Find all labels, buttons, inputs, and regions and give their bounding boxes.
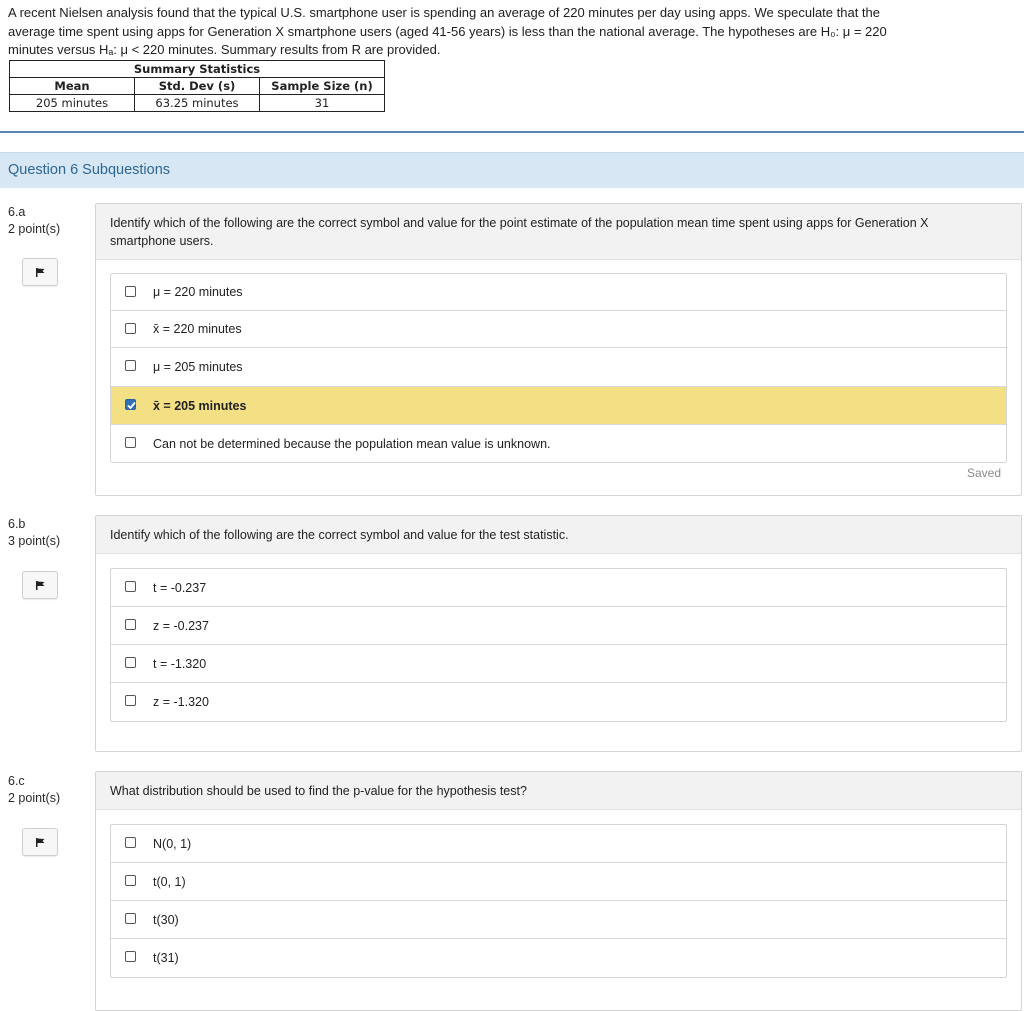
- summary-statistics-table: Summary Statistics Mean Std. Dev (s) Sam…: [9, 60, 385, 112]
- question-points: 2 point(s): [8, 791, 61, 805]
- option-label: t = -1.320: [153, 656, 207, 671]
- checkbox[interactable]: [125, 323, 136, 334]
- checkbox[interactable]: [125, 657, 136, 668]
- option-row[interactable]: Can not be determined because the popula…: [111, 425, 1006, 462]
- option-row[interactable]: t = -1.320: [111, 645, 1006, 683]
- option-row[interactable]: z = -0.237: [111, 607, 1006, 645]
- option-label: t(31): [153, 951, 179, 965]
- flag-icon: [36, 268, 45, 277]
- question-6b-panel: Identify which of the following are the …: [95, 515, 1022, 752]
- option-row[interactable]: t = -0.237: [111, 569, 1006, 607]
- option-row-selected[interactable]: x̄ = 205 minutes: [111, 387, 1006, 425]
- flag-question-6b-button[interactable]: [22, 571, 58, 599]
- option-label: t(0, 1): [153, 874, 186, 889]
- question-number: 6.c: [8, 774, 25, 788]
- saved-status: Saved: [966, 466, 1001, 480]
- option-row[interactable]: x̄ = 220 minutes: [111, 311, 1006, 348]
- option-row[interactable]: z = -1.320: [111, 683, 1006, 721]
- option-row[interactable]: t(31): [111, 939, 1006, 977]
- option-row[interactable]: t(30): [111, 901, 1006, 939]
- question-prompt: Identify which of the following are the …: [96, 516, 1021, 554]
- problem-line-2: average time spent using apps for Genera…: [8, 23, 887, 39]
- option-row[interactable]: μ = 220 minutes: [111, 274, 1006, 311]
- question-number: 6.b: [8, 517, 26, 531]
- option-label: N(0, 1): [153, 836, 192, 851]
- option-label: μ = 220 minutes: [153, 285, 243, 299]
- flag-icon: [36, 838, 45, 847]
- checkbox[interactable]: [125, 837, 136, 848]
- option-label: z = -1.320: [153, 695, 209, 709]
- table-caption: Summary Statistics: [9, 60, 385, 78]
- answer-options: μ = 220 minutes x̄ = 220 minutes μ = 205…: [110, 273, 1007, 463]
- value-sample-size: 31: [259, 94, 385, 112]
- checkbox[interactable]: [125, 581, 136, 592]
- check-icon: [127, 401, 136, 410]
- option-label: Can not be determined because the popula…: [153, 436, 551, 451]
- flag-question-6c-button[interactable]: [22, 828, 58, 856]
- flag-icon: [36, 581, 45, 590]
- checkbox[interactable]: [125, 437, 136, 448]
- checkbox[interactable]: [125, 360, 136, 371]
- question-points: 3 point(s): [8, 534, 61, 548]
- checkbox[interactable]: [125, 695, 136, 706]
- option-label: t = -0.237: [153, 580, 207, 595]
- header-std-dev: Std. Dev (s): [134, 77, 260, 95]
- question-6a-panel: Identify which of the following are the …: [95, 203, 1022, 496]
- question-points: 2 point(s): [8, 222, 61, 236]
- header-mean: Mean: [9, 77, 135, 95]
- option-row[interactable]: t(0, 1): [111, 863, 1006, 901]
- option-row[interactable]: N(0, 1): [111, 825, 1006, 863]
- checkbox[interactable]: [125, 913, 136, 924]
- problem-statement: A recent Nielsen analysis found that the…: [8, 4, 1008, 60]
- problem-line-1: A recent Nielsen analysis found that the…: [8, 5, 881, 20]
- question-6a-meta: 6.a 2 point(s): [8, 204, 60, 238]
- subquestions-title: Question 6 Subquestions: [8, 162, 171, 178]
- header-sample-size: Sample Size (n): [259, 77, 385, 95]
- checkbox[interactable]: [125, 286, 136, 297]
- checkbox[interactable]: [125, 875, 136, 886]
- option-label: x̄ = 220 minutes: [153, 322, 242, 336]
- value-std-dev: 63.25 minutes: [134, 94, 260, 112]
- problem-line-3: minutes versus Hₐ: μ < 220 minutes. Summ…: [8, 42, 441, 57]
- question-6b-meta: 6.b 3 point(s): [8, 516, 60, 550]
- option-label: x̄ = 205 minutes: [153, 398, 247, 413]
- section-divider: [0, 131, 1024, 133]
- checkbox[interactable]: [125, 951, 136, 962]
- checkbox-checked[interactable]: [125, 399, 136, 410]
- value-mean: 205 minutes: [9, 94, 135, 112]
- option-label: t(30): [153, 912, 179, 927]
- question-6c-panel: What distribution should be used to find…: [95, 771, 1022, 1011]
- answer-options: N(0, 1) t(0, 1) t(30) t(31): [110, 824, 1007, 978]
- option-label: z = -0.237: [153, 618, 209, 633]
- question-6c-meta: 6.c 2 point(s): [8, 773, 60, 807]
- option-row[interactable]: μ = 205 minutes: [111, 348, 1006, 387]
- checkbox[interactable]: [125, 619, 136, 630]
- question-prompt: Identify which of the following are the …: [96, 204, 1021, 260]
- option-label: μ = 205 minutes: [153, 360, 243, 374]
- question-prompt: What distribution should be used to find…: [96, 772, 1021, 810]
- answer-options: t = -0.237 z = -0.237 t = -1.320 z = -1.…: [110, 568, 1007, 722]
- flag-question-6a-button[interactable]: [22, 258, 58, 286]
- question-number: 6.a: [8, 205, 26, 219]
- subquestions-header: Question 6 Subquestions: [0, 152, 1024, 188]
